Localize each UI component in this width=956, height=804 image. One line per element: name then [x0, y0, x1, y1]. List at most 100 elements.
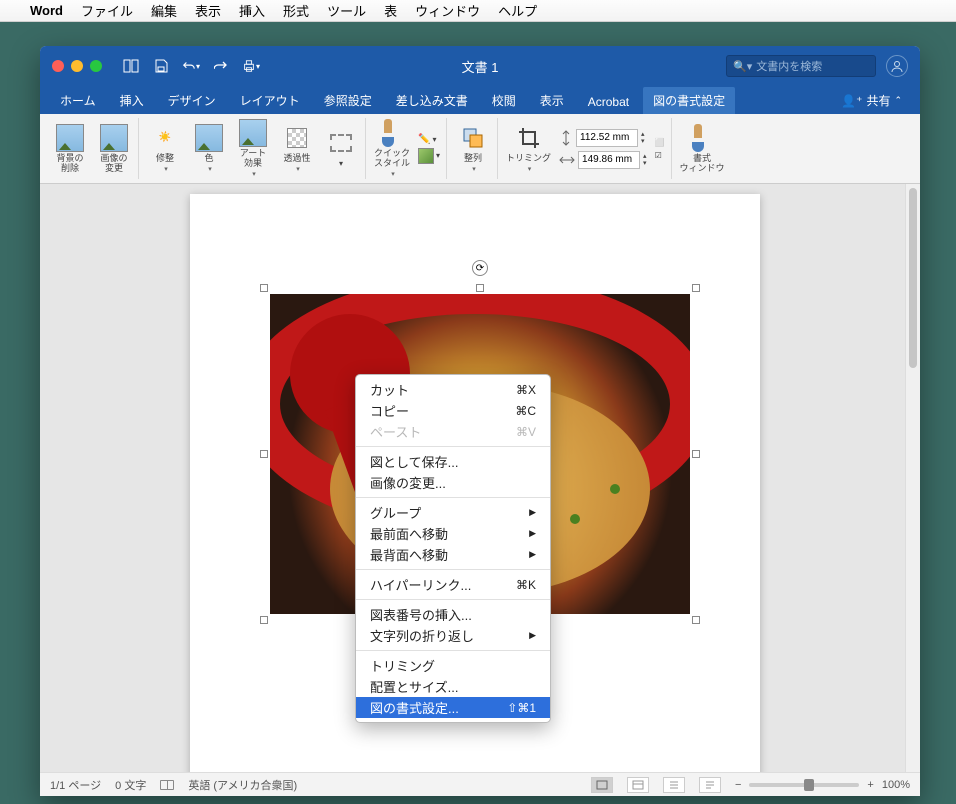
context-menu-item[interactable]: 文字列の折り返し▶	[356, 625, 550, 646]
menu-item-shortcut: ⌘V	[516, 425, 536, 439]
context-menu-item[interactable]: トリミング	[356, 655, 550, 676]
save-icon[interactable]	[152, 57, 170, 75]
handle-tl[interactable]	[260, 284, 268, 292]
menu-item-label: 配置とサイズ...	[370, 677, 458, 696]
context-menu-item[interactable]: 配置とサイズ...	[356, 676, 550, 697]
context-menu-item[interactable]: カット⌘X	[356, 379, 550, 400]
change-picture-button[interactable]: 画像の 変更	[96, 124, 132, 174]
mac-menubar: Word ファイル 編集 表示 挿入 形式 ツール 表 ウィンドウ ヘルプ	[0, 0, 956, 22]
rotate-handle[interactable]: ⟳	[472, 260, 488, 276]
language-status[interactable]: 英語 (アメリカ合衆国)	[188, 777, 297, 793]
scrollbar-thumb[interactable]	[909, 188, 917, 368]
artistic-effects-button[interactable]: アート 効果	[235, 119, 271, 179]
minimize-button[interactable]	[71, 60, 83, 72]
tab-picture-format[interactable]: 図の書式設定	[643, 87, 735, 114]
picture-border-button[interactable]: ✏️▾	[418, 134, 440, 145]
context-menu-item[interactable]: ハイパーリンク...⌘K	[356, 574, 550, 595]
zoom-in-button[interactable]: +	[867, 779, 873, 791]
arrange-icon	[459, 124, 487, 152]
web-layout-view[interactable]	[627, 777, 649, 793]
picture-effects-button[interactable]: ▾	[418, 148, 440, 164]
menu-insert[interactable]: 挿入	[239, 1, 265, 20]
tab-insert[interactable]: 挿入	[110, 87, 154, 114]
draft-view[interactable]	[699, 777, 721, 793]
menu-item-shortcut: ⌘K	[516, 578, 536, 592]
picture-styles-button[interactable]: ▾	[323, 129, 359, 168]
tab-design[interactable]: デザイン	[158, 87, 226, 114]
print-icon[interactable]: ▾	[242, 57, 260, 75]
context-menu-item[interactable]: 最背面へ移動▶	[356, 544, 550, 565]
maximize-button[interactable]	[90, 60, 102, 72]
tab-view[interactable]: 表示	[530, 87, 574, 114]
spellcheck-icon[interactable]	[160, 780, 174, 790]
print-layout-view[interactable]	[591, 777, 613, 793]
format-pane-button[interactable]: 書式 ウィンドウ	[680, 124, 725, 174]
arrange-button[interactable]: 整列	[455, 124, 491, 174]
menu-format[interactable]: 形式	[283, 1, 309, 20]
menu-help[interactable]: ヘルプ	[498, 1, 537, 20]
styles-icon	[327, 129, 355, 157]
tab-acrobat[interactable]: Acrobat	[578, 90, 639, 114]
app-menu[interactable]: Word	[30, 3, 63, 18]
context-menu-item[interactable]: 図表番号の挿入...	[356, 604, 550, 625]
menu-item-label: 図として保存...	[370, 452, 458, 471]
menu-table[interactable]: 表	[384, 1, 397, 20]
handle-bl[interactable]	[260, 616, 268, 624]
reset-size-button[interactable]: ⬜	[655, 138, 665, 147]
width-input[interactable]	[578, 151, 640, 169]
height-stepper[interactable]: ▴▾	[641, 131, 645, 145]
menu-file[interactable]: ファイル	[81, 1, 133, 20]
context-menu-item[interactable]: 画像の変更...	[356, 472, 550, 493]
context-menu-item[interactable]: 図として保存...	[356, 451, 550, 472]
menu-edit[interactable]: 編集	[151, 1, 177, 20]
crop-button[interactable]: トリミング	[506, 124, 551, 174]
quick-styles-button[interactable]: クイック スタイル	[374, 119, 410, 179]
autosave-icon[interactable]	[122, 57, 140, 75]
share-button[interactable]: 👤⁺共有⌃	[833, 87, 910, 114]
context-menu-item[interactable]: コピー⌘C	[356, 400, 550, 421]
width-stepper[interactable]: ▴▾	[643, 153, 647, 167]
user-account-icon[interactable]	[886, 55, 908, 77]
color-button[interactable]: 色	[191, 124, 227, 174]
search-box[interactable]: 🔍▾ 文書内を検索	[726, 55, 876, 77]
zoom-level[interactable]: 100%	[882, 779, 910, 791]
handle-tr[interactable]	[692, 284, 700, 292]
menu-item-shortcut: ⇧⌘1	[507, 701, 536, 715]
redo-icon[interactable]	[212, 57, 230, 75]
menu-tools[interactable]: ツール	[327, 1, 366, 20]
height-input[interactable]	[576, 129, 638, 147]
handle-lc[interactable]	[260, 450, 268, 458]
tab-review[interactable]: 校閲	[482, 87, 526, 114]
context-menu-item[interactable]: 図の書式設定...⇧⌘1	[356, 697, 550, 718]
corrections-button[interactable]: ☀️修整	[147, 124, 183, 174]
transparency-button[interactable]: 透過性	[279, 124, 315, 174]
context-menu-item[interactable]: 最前面へ移動▶	[356, 523, 550, 544]
undo-icon[interactable]: ▾	[182, 57, 200, 75]
vertical-scrollbar[interactable]	[905, 184, 920, 772]
close-button[interactable]	[52, 60, 64, 72]
aspect-lock-button[interactable]: ☑	[655, 151, 665, 160]
menu-item-shortcut: ⌘C	[515, 404, 536, 418]
page-count[interactable]: 1/1 ページ	[50, 777, 101, 793]
quick-access-toolbar: ▾ ▾	[122, 57, 260, 75]
menu-window[interactable]: ウィンドウ	[415, 1, 480, 20]
share-icon: 👤⁺	[841, 94, 862, 108]
search-placeholder: 文書内を検索	[756, 58, 822, 74]
zoom-out-button[interactable]: −	[735, 779, 741, 791]
tab-references[interactable]: 参照設定	[314, 87, 382, 114]
zoom-slider[interactable]	[749, 783, 859, 787]
word-count[interactable]: 0 文字	[115, 777, 146, 793]
handle-rc[interactable]	[692, 450, 700, 458]
tab-mailings[interactable]: 差し込み文書	[386, 87, 478, 114]
tab-home[interactable]: ホーム	[50, 87, 106, 114]
search-icon: 🔍▾	[733, 60, 752, 73]
handle-br[interactable]	[692, 616, 700, 624]
menu-view[interactable]: 表示	[195, 1, 221, 20]
outline-view[interactable]	[663, 777, 685, 793]
tab-layout[interactable]: レイアウト	[230, 87, 310, 114]
remove-background-button[interactable]: 背景の 削除	[52, 124, 88, 174]
context-menu-item[interactable]: グループ▶	[356, 502, 550, 523]
height-icon	[559, 130, 573, 146]
handle-tc[interactable]	[476, 284, 484, 292]
ribbon-tabs: ホーム 挿入 デザイン レイアウト 参照設定 差し込み文書 校閲 表示 Acro…	[40, 86, 920, 114]
